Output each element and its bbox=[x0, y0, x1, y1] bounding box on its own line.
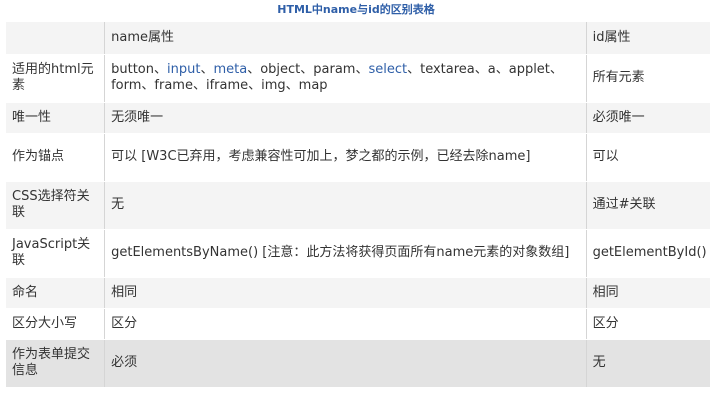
table-title: HTML中name与id的区别表格 bbox=[277, 3, 435, 16]
row-label: JavaScript关联 bbox=[6, 229, 106, 278]
id-cell: 必须唯一 bbox=[586, 102, 710, 134]
name-cell: 无须唯一 bbox=[104, 102, 587, 134]
id-cell: 相同 bbox=[586, 277, 710, 309]
table-row: 作为表单提交信息 必须 无 bbox=[6, 339, 710, 388]
name-text: button、 bbox=[111, 62, 167, 77]
row-label: 作为表单提交信息 bbox=[6, 339, 106, 388]
id-cell: 通过#关联 bbox=[586, 181, 710, 230]
name-cell: 可以 [W3C已弃用，考虑兼容性可加上，梦之都的示例，已经去除name] bbox=[104, 133, 587, 182]
table-header-row: name属性 id属性 bbox=[6, 22, 710, 55]
row-label: 作为锚点 bbox=[6, 133, 106, 182]
row-label: 适用的html元素 bbox=[6, 54, 106, 103]
row-label: CSS选择符关联 bbox=[6, 181, 106, 230]
comparison-table: name属性 id属性 适用的html元素 button、input、meta、… bbox=[6, 22, 710, 388]
name-cell: 相同 bbox=[104, 277, 587, 309]
name-cell: getElementsByName() [注意：此方法将获得页面所有name元素… bbox=[104, 229, 587, 278]
table-row: CSS选择符关联 无 通过#关联 bbox=[6, 181, 710, 230]
name-cell: 必须 bbox=[104, 339, 587, 388]
select-link[interactable]: select bbox=[368, 62, 407, 77]
table-row: 区分大小写 区分 区分 bbox=[6, 308, 710, 340]
header-empty-cell bbox=[6, 22, 106, 55]
row-label: 区分大小写 bbox=[6, 308, 106, 340]
table-row: 唯一性 无须唯一 必须唯一 bbox=[6, 102, 710, 134]
table-row: JavaScript关联 getElementsByName() [注意：此方法… bbox=[6, 229, 710, 278]
name-cell: button、input、meta、object、param、select、te… bbox=[104, 54, 587, 103]
input-link[interactable]: input bbox=[167, 62, 200, 77]
table-row: 作为锚点 可以 [W3C已弃用，考虑兼容性可加上，梦之都的示例，已经去除name… bbox=[6, 133, 710, 182]
id-cell: 区分 bbox=[586, 308, 710, 340]
row-label: 唯一性 bbox=[6, 102, 106, 134]
table-row: 命名 相同 相同 bbox=[6, 277, 710, 309]
row-label: 命名 bbox=[6, 277, 106, 309]
id-cell: 可以 bbox=[586, 133, 710, 182]
name-cell: 无 bbox=[104, 181, 587, 230]
table-row: 适用的html元素 button、input、meta、object、param… bbox=[6, 54, 710, 103]
id-cell: 所有元素 bbox=[586, 54, 710, 103]
id-cell: getElementById() bbox=[586, 229, 710, 278]
name-text: 、 bbox=[200, 62, 214, 77]
name-cell: 区分 bbox=[104, 308, 587, 340]
name-text: 、object、param、 bbox=[247, 62, 369, 77]
meta-link[interactable]: meta bbox=[213, 62, 247, 77]
header-id-attribute: id属性 bbox=[586, 22, 710, 55]
id-cell: 无 bbox=[586, 339, 710, 388]
header-name-attribute: name属性 bbox=[104, 22, 587, 55]
